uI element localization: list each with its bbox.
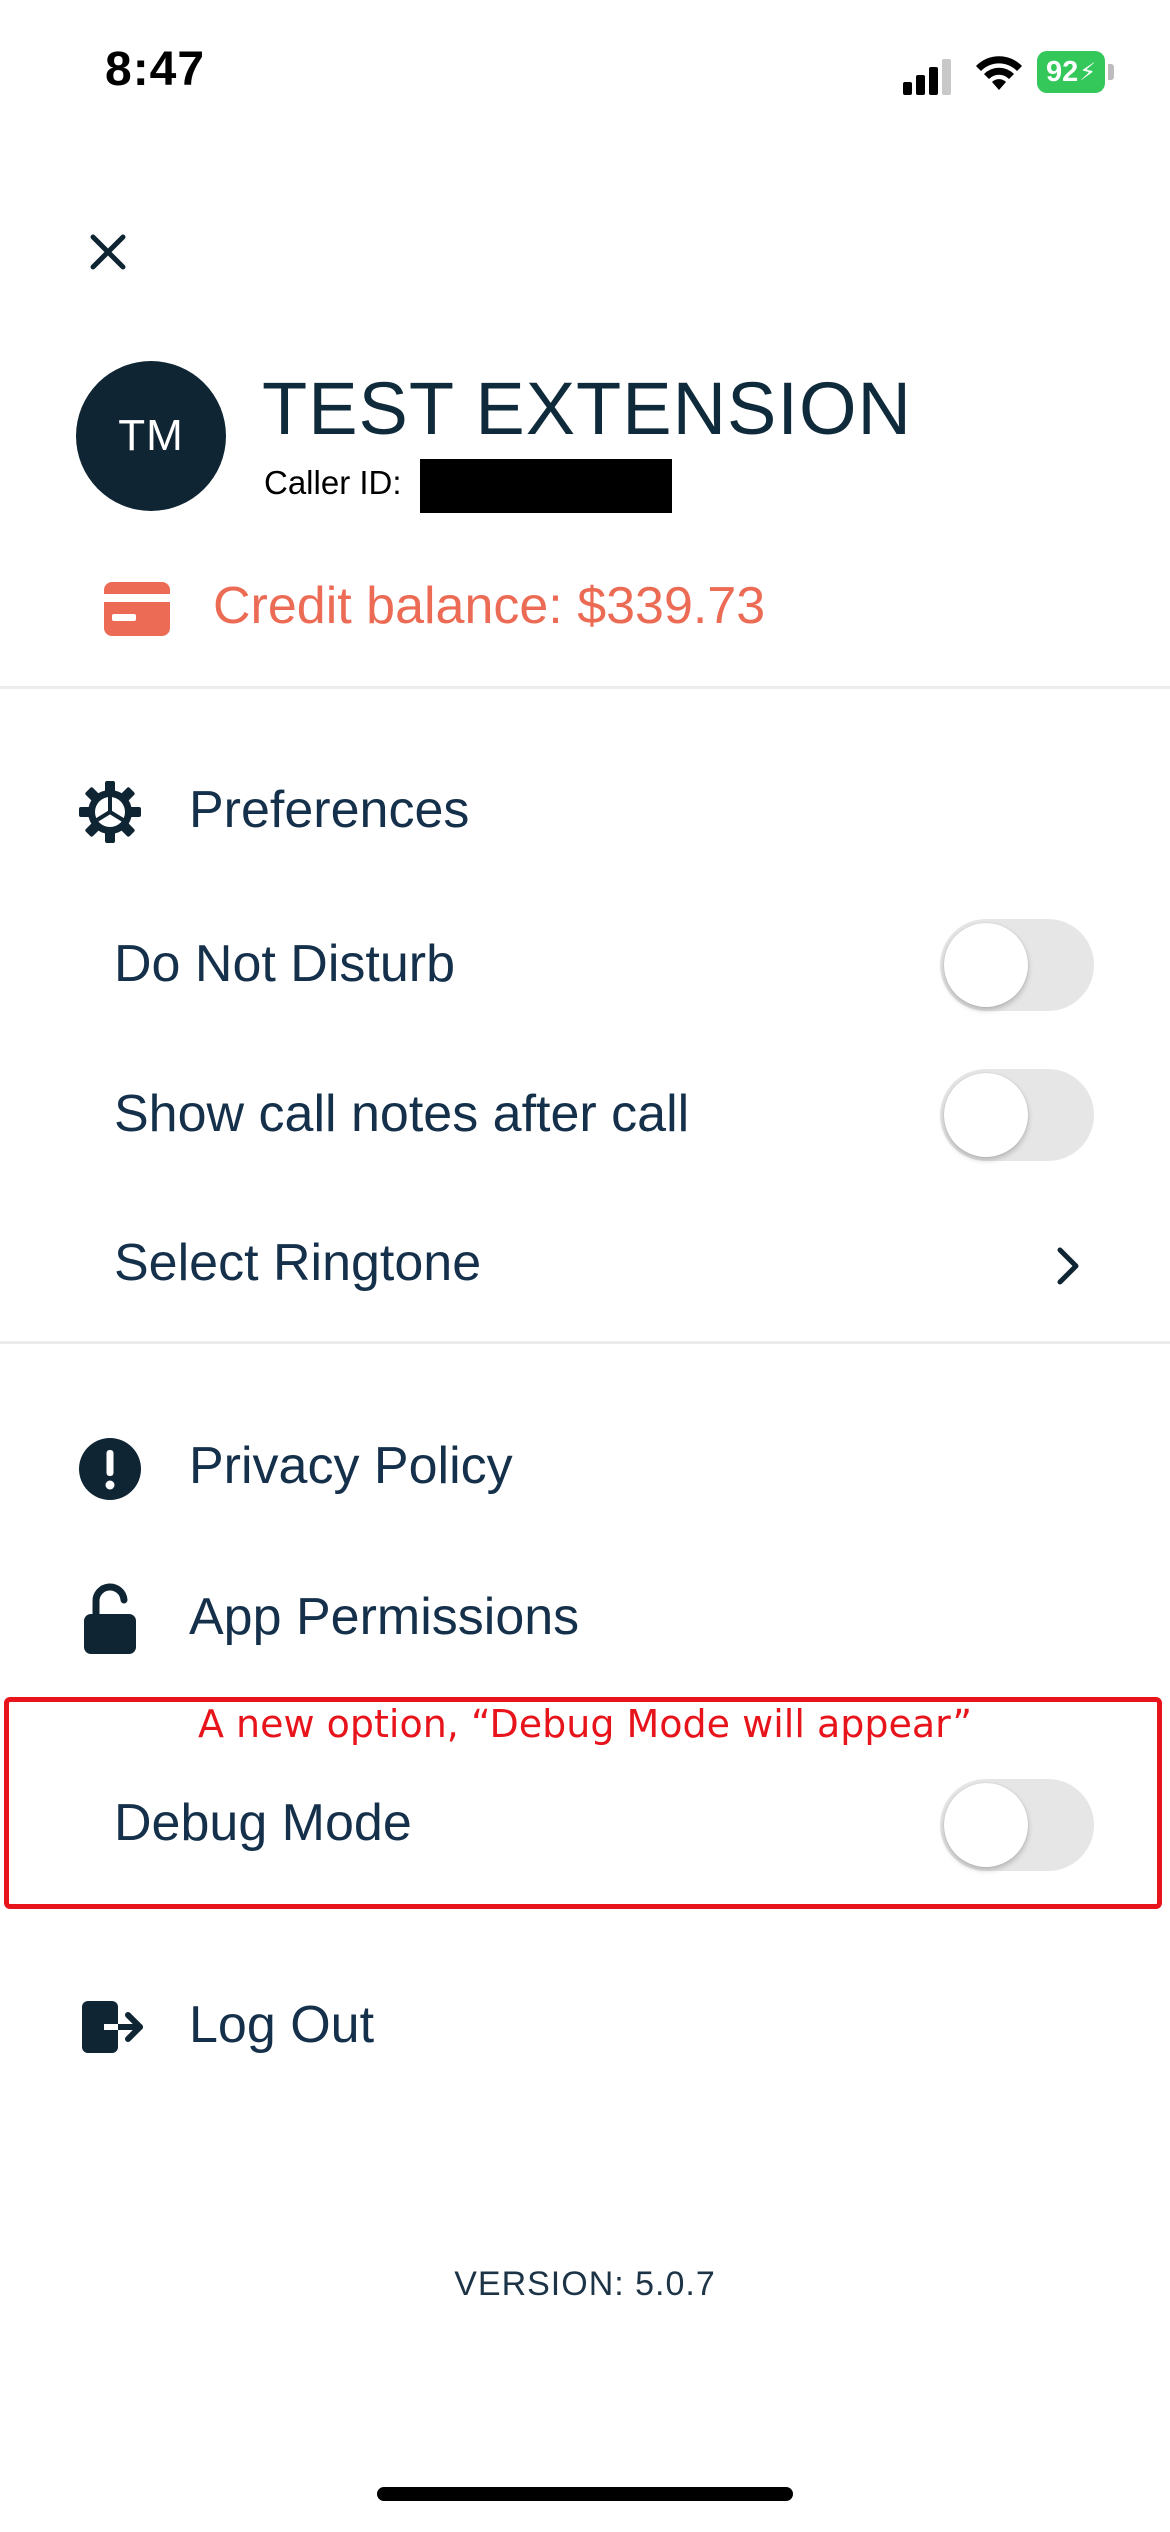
home-indicator[interactable] (377, 2487, 793, 2501)
debug-mode-toggle[interactable] (940, 1779, 1094, 1871)
wifi-icon (973, 50, 1025, 92)
exclamation-circle-icon (78, 1437, 142, 1501)
logout-icon (82, 1997, 146, 2057)
preferences-title: Preferences (189, 781, 470, 839)
user-name: TEST EXTENSION (262, 367, 912, 450)
show-call-notes-toggle[interactable] (940, 1069, 1094, 1161)
annotation-text: A new option, “Debug Mode will appear” (197, 1702, 973, 1746)
debug-mode-label: Debug Mode (114, 1794, 412, 1852)
close-icon (90, 234, 126, 270)
credit-card-icon (104, 582, 170, 636)
privacy-policy-label: Privacy Policy (189, 1437, 513, 1495)
show-call-notes-label: Show call notes after call (114, 1085, 690, 1143)
cellular-signal-icon (903, 55, 953, 95)
battery-level: 92 (1045, 55, 1079, 88)
avatar-initials: TM (118, 411, 184, 460)
gear-icon (78, 780, 142, 844)
toggle-knob (944, 923, 1028, 1007)
privacy-policy-row[interactable] (0, 1420, 1170, 1520)
unlocked-padlock-icon (82, 1582, 142, 1656)
app-permissions-label: App Permissions (189, 1588, 580, 1646)
log-out-row[interactable] (0, 1975, 1170, 2075)
divider (0, 1341, 1170, 1344)
do-not-disturb-label: Do Not Disturb (114, 935, 455, 993)
caller-id-redacted (420, 459, 672, 513)
chevron-right-icon (1048, 1240, 1088, 1292)
select-ringtone-label: Select Ringtone (114, 1234, 482, 1292)
toggle-knob (944, 1073, 1028, 1157)
log-out-label: Log Out (189, 1996, 375, 2054)
divider (0, 686, 1170, 689)
toggle-knob (944, 1783, 1028, 1867)
caller-id-label: Caller ID: (264, 464, 402, 501)
close-button[interactable] (80, 224, 136, 280)
status-time: 8:47 (105, 43, 206, 96)
do-not-disturb-toggle[interactable] (940, 919, 1094, 1011)
app-permissions-row[interactable] (0, 1570, 1170, 1670)
avatar: TM (76, 361, 226, 511)
version-text: VERSION: 5.0.7 (454, 2265, 716, 2303)
credit-balance: Credit balance: $339.73 (213, 577, 766, 635)
battery-tip (1108, 64, 1114, 80)
battery-indicator: 92 ⚡ (1037, 51, 1105, 93)
